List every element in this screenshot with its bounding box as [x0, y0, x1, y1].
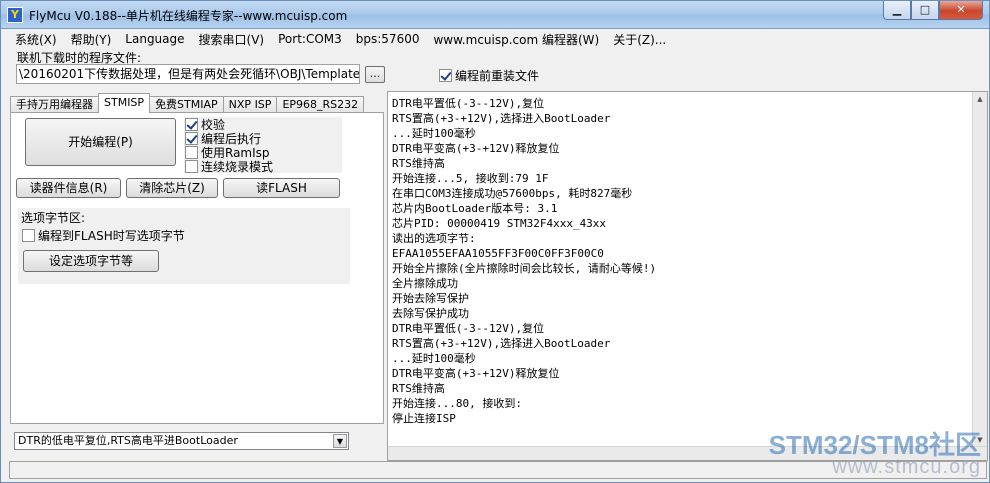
log-line: ...延时100毫秒	[392, 352, 476, 365]
log-vertical-scrollbar[interactable]: ▲ ▼	[972, 92, 987, 447]
log-line: 芯片PID: 00000419 STM32F4xxx_43xx	[392, 217, 607, 230]
browse-button[interactable]: ...	[365, 66, 385, 83]
write-option-bytes-label: 编程到FLASH时写选项字节	[38, 229, 185, 243]
scroll-up-icon[interactable]: ▲	[973, 92, 987, 106]
read-device-info-button[interactable]: 读器件信息(R)	[16, 178, 121, 198]
menu-bar: 系统(X) 帮助(Y) Language 搜索串口(V) Port:COM3 b…	[1, 30, 989, 48]
reload-checkbox[interactable]	[439, 69, 452, 82]
log-line: 读出的选项字节:	[392, 232, 476, 245]
reset-mode-value: DTR的低电平复位,RTS高电平进BootLoader	[18, 434, 238, 447]
menu-language[interactable]: Language	[125, 32, 184, 46]
log-line: EFAA1055EFAA1055FF3F00C0FF3F00C0	[392, 247, 604, 260]
menu-port[interactable]: Port:COM3	[278, 32, 342, 46]
log-line: RTS维持高	[392, 157, 445, 170]
title-bar[interactable]: Y FlyMcu V0.188--单片机在线编程专家--www.mcuisp.c…	[1, 1, 989, 29]
dropdown-arrow-icon[interactable]: ▼	[333, 434, 347, 448]
log-line: 在串口COM3连接成功@57600bps, 耗时827毫秒	[392, 187, 633, 200]
menu-bps[interactable]: bps:57600	[356, 32, 420, 46]
log-line: RTS置高(+3-+12V),选择进入BootLoader	[392, 337, 611, 350]
app-window: Y FlyMcu V0.188--单片机在线编程专家--www.mcuisp.c…	[0, 0, 990, 483]
tab-bar: 手持万用编程器 STMISP 免费STMIAP NXP ISP EP968_RS…	[10, 93, 365, 113]
log-line: DTR电平变高(+3-+12V)释放复位	[392, 142, 560, 155]
log-line: DTR电平置低(-3--12V),复位	[392, 97, 545, 110]
option-bytes-title: 选项字节区:	[21, 211, 86, 225]
start-program-button[interactable]: 开始编程(P)	[25, 118, 176, 166]
log-line: 开始连接...80, 接收到:	[392, 397, 522, 410]
option-continuous-burn[interactable]: 连续烧录模式	[184, 159, 342, 174]
read-flash-button[interactable]: 读FLASH	[223, 178, 340, 198]
maximize-button[interactable]: □	[911, 1, 939, 20]
continuous-label: 连续烧录模式	[201, 159, 274, 174]
ramisp-checkbox[interactable]	[185, 145, 198, 159]
minimize-button[interactable]: ▁	[883, 1, 911, 20]
close-button[interactable]: ✕	[939, 1, 983, 20]
program-file-input[interactable]: \20160201下传数据处理，但是有两处会死循环\OBJ\Template.h…	[16, 64, 360, 84]
log-line: DTR电平变高(+3-+12V)释放复位	[392, 367, 560, 380]
window-controls: ▁ □ ✕	[883, 1, 983, 21]
tab-handheld-programmer[interactable]: 手持万用编程器	[10, 96, 99, 113]
program-options: 校验 编程后执行 使用RamIsp 连续烧录模式	[184, 117, 342, 174]
tab-nxp-isp[interactable]: NXP ISP	[222, 96, 278, 113]
menu-about[interactable]: 关于(Z)...	[613, 31, 666, 48]
tab-stmisp[interactable]: STMISP	[98, 93, 151, 113]
reset-mode-select[interactable]: DTR的低电平复位,RTS高电平进BootLoader ▼	[14, 432, 349, 450]
log-line: DTR电平置低(-3--12V),复位	[392, 322, 545, 335]
log-line: RTS维持高	[392, 382, 445, 395]
run-after-checkbox[interactable]	[185, 131, 198, 145]
menu-system[interactable]: 系统(X)	[15, 31, 57, 48]
menu-search-port[interactable]: 搜索串口(V)	[199, 31, 265, 48]
reload-label: 编程前重装文件	[455, 69, 540, 83]
log-line: 全片擦除成功	[392, 277, 458, 290]
log-line: RTS置高(+3-+12V),选择进入BootLoader	[392, 112, 611, 125]
continuous-checkbox[interactable]	[185, 159, 198, 173]
log-line: 芯片内BootLoader版本号: 3.1	[392, 202, 558, 215]
tab-ep968-rs232[interactable]: EP968_RS232	[276, 96, 365, 113]
log-horizontal-scrollbar[interactable]	[388, 446, 987, 460]
reload-before-program-option[interactable]: 编程前重装文件	[439, 67, 539, 84]
status-bar	[9, 461, 987, 479]
menu-help[interactable]: 帮助(Y)	[71, 31, 112, 48]
scroll-down-icon[interactable]: ▼	[973, 433, 987, 447]
log-line: 开始连接...5, 接收到:79 1F	[392, 172, 549, 185]
set-option-bytes-button[interactable]: 设定选项字节等	[23, 250, 159, 272]
write-option-bytes-option[interactable]: 编程到FLASH时写选项字节	[22, 227, 185, 244]
app-logo-icon: Y	[7, 7, 23, 23]
write-option-bytes-checkbox[interactable]	[22, 229, 35, 242]
log-line: 开始全片擦除(全片擦除时间会比较长, 请耐心等候!)	[392, 262, 657, 275]
log-line: 去除写保护成功	[392, 307, 469, 320]
erase-chip-button[interactable]: 清除芯片(Z)	[126, 178, 218, 198]
log-line: 开始去除写保护	[392, 292, 469, 305]
menu-programmer[interactable]: www.mcuisp.com 编程器(W)	[433, 31, 599, 48]
log-lines: DTR电平置低(-3--12V),复位 RTS置高(+3-+12V),选择进入Bo…	[392, 96, 972, 426]
log-line: 停止连接ISP	[392, 412, 456, 425]
option-bytes-group: 选项字节区: 编程到FLASH时写选项字节 设定选项字节等	[18, 208, 350, 284]
log-line: ...延时100毫秒	[392, 127, 476, 140]
verify-checkbox[interactable]	[185, 117, 198, 131]
tab-free-stmiap[interactable]: 免费STMIAP	[149, 96, 224, 113]
stmisp-panel: 开始编程(P) 校验 编程后执行 使用RamIsp 连续烧录模式 读器件信息(R…	[10, 112, 384, 424]
window-title: FlyMcu V0.188--单片机在线编程专家--www.mcuisp.com	[29, 9, 348, 23]
log-output[interactable]: DTR电平置低(-3--12V),复位 RTS置高(+3-+12V),选择进入Bo…	[387, 91, 988, 461]
